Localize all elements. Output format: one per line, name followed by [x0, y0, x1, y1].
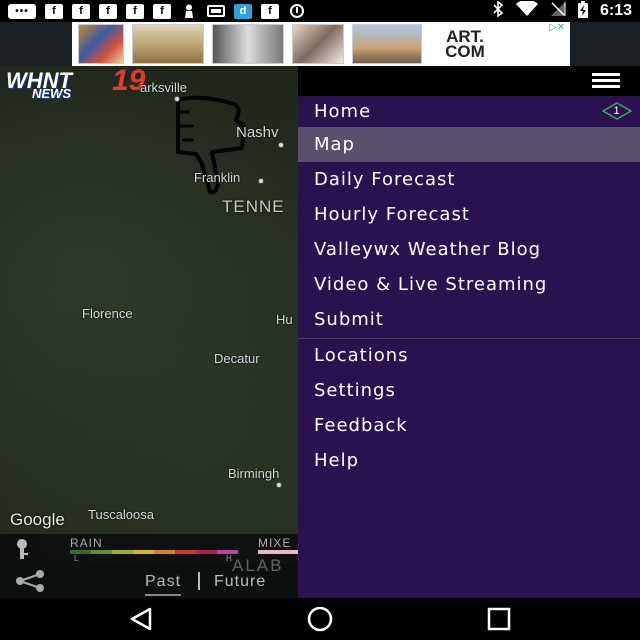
- d-app-icon: d: [234, 3, 252, 19]
- map-label-alabama: ALAB: [232, 556, 284, 575]
- map-label-nashville: Nashv: [236, 124, 279, 141]
- menu-item-label: Help: [314, 450, 360, 471]
- home-icon[interactable]: [300, 606, 340, 632]
- map-label-decatur: Decatur: [214, 351, 260, 366]
- clock: 6:13: [599, 2, 632, 19]
- menu-item-label: Home: [314, 101, 372, 122]
- system-nav-bar: [0, 598, 640, 640]
- menu-item-home[interactable]: Home 1: [298, 94, 640, 129]
- ad-image[interactable]: [132, 24, 204, 64]
- wifi-icon: [515, 0, 538, 21]
- map-label-clarksville: arksville: [140, 80, 187, 95]
- menu-item-weather-blog[interactable]: Valleywx Weather Blog: [298, 232, 640, 267]
- legend-mixed-scale: [258, 550, 298, 554]
- key-icon[interactable]: [8, 538, 36, 562]
- legend-color-segment: [91, 550, 112, 554]
- system-icons: 6:13: [492, 0, 632, 22]
- menu-item-label: Submit: [314, 309, 384, 330]
- map-label-birmingham: Birmingh: [228, 466, 280, 481]
- ad-banner-area: ART. COM ▷✕: [0, 22, 640, 66]
- facebook-icon: f: [72, 3, 90, 19]
- app-logo: WHNT 19 NEWS: [4, 66, 156, 101]
- share-icon[interactable]: [12, 570, 48, 592]
- battery-charging-icon: [577, 0, 588, 22]
- ad-image[interactable]: [292, 24, 344, 64]
- menu-item-locations[interactable]: Locations: [298, 338, 640, 373]
- menu-item-settings[interactable]: Settings: [298, 373, 640, 408]
- menu-item-label: Daily Forecast: [314, 169, 456, 190]
- menu-item-hourly-forecast[interactable]: Hourly Forecast: [298, 197, 640, 232]
- facebook-icon: f: [99, 3, 117, 19]
- city-dot: [174, 96, 180, 102]
- navigation-drawer: Home 1 Map Daily Forecast Hourly Forecas…: [298, 66, 640, 598]
- legend-color-segment: [196, 550, 217, 554]
- facebook-icon: f: [261, 3, 279, 19]
- map-label-huntsville: Hu: [276, 312, 293, 327]
- legend-color-segment: [112, 550, 133, 554]
- ad-logo-bottom: COM: [445, 42, 485, 61]
- city-dot: [258, 178, 264, 184]
- chat-dots-icon: •••: [8, 3, 36, 19]
- legend-rain-scale: [70, 550, 238, 554]
- status-bar: ••• f f f f f d f 6:13: [0, 0, 640, 22]
- facebook-icon: f: [126, 3, 144, 19]
- ad-image[interactable]: [78, 24, 124, 64]
- legend-low-label: L: [74, 554, 79, 563]
- map-label-tennessee: TENNE: [222, 197, 285, 216]
- map-label-franklin: Franklin: [194, 170, 241, 185]
- drawer-header: [298, 66, 640, 96]
- menu-item-label: Hourly Forecast: [314, 204, 470, 225]
- signal-icon: [550, 1, 566, 21]
- sync-icon: [288, 4, 306, 19]
- menu-item-map[interactable]: Map: [298, 127, 640, 162]
- legend-mixed-label: MIXE: [258, 536, 292, 550]
- adchoices-icon[interactable]: ▷✕: [546, 22, 568, 34]
- legend-high-label: H: [226, 554, 232, 563]
- facebook-icon: f: [153, 3, 171, 19]
- notification-badge: 1: [601, 102, 633, 120]
- menu-item-daily-forecast[interactable]: Daily Forecast: [298, 162, 640, 197]
- menu-item-label: Feedback: [314, 415, 408, 436]
- logo-news: NEWS: [32, 86, 71, 101]
- menu-item-label: Map: [314, 134, 355, 155]
- legend-color-segment: [133, 550, 154, 554]
- menu-item-label: Settings: [314, 380, 396, 401]
- ad-logo[interactable]: ART. COM: [430, 28, 500, 61]
- pawn-icon: [180, 4, 198, 19]
- tab-separator: [198, 572, 200, 590]
- legend-color-segment: [175, 550, 196, 554]
- city-dot: [276, 482, 282, 488]
- back-icon[interactable]: [122, 606, 162, 632]
- menu-item-video-streaming[interactable]: Video & Live Streaming: [298, 267, 640, 302]
- city-dot: [278, 142, 284, 148]
- menu-icon[interactable]: [592, 73, 620, 89]
- google-logo: Google: [10, 510, 65, 529]
- legend-color-segment: [154, 550, 175, 554]
- menu-item-label: Valleywx Weather Blog: [314, 239, 542, 260]
- notification-icons: ••• f f f f f d f: [8, 3, 306, 19]
- ad-banner[interactable]: ART. COM ▷✕: [72, 22, 570, 66]
- facebook-icon: f: [45, 3, 63, 19]
- ad-image[interactable]: [212, 24, 284, 64]
- radar-map[interactable]: WHNT 19 NEWS arksville Nashv Franklin TE…: [0, 66, 300, 598]
- menu-item-submit[interactable]: Submit: [298, 302, 640, 337]
- recents-icon[interactable]: [480, 606, 520, 632]
- ad-image[interactable]: [352, 24, 422, 64]
- legend-rain-label: RAIN: [70, 536, 103, 550]
- bluetooth-icon: [492, 0, 504, 21]
- menu-item-feedback[interactable]: Feedback: [298, 408, 640, 443]
- menu-item-label: Video & Live Streaming: [314, 274, 548, 295]
- cast-icon: [207, 4, 225, 19]
- badge-count: 1: [613, 105, 621, 117]
- map-label-florence: Florence: [82, 306, 133, 321]
- menu-item-help[interactable]: Help: [298, 443, 640, 478]
- tab-past[interactable]: Past: [145, 573, 182, 596]
- menu-item-label: Locations: [314, 345, 409, 366]
- map-label-tuscaloosa: Tuscaloosa: [88, 507, 154, 522]
